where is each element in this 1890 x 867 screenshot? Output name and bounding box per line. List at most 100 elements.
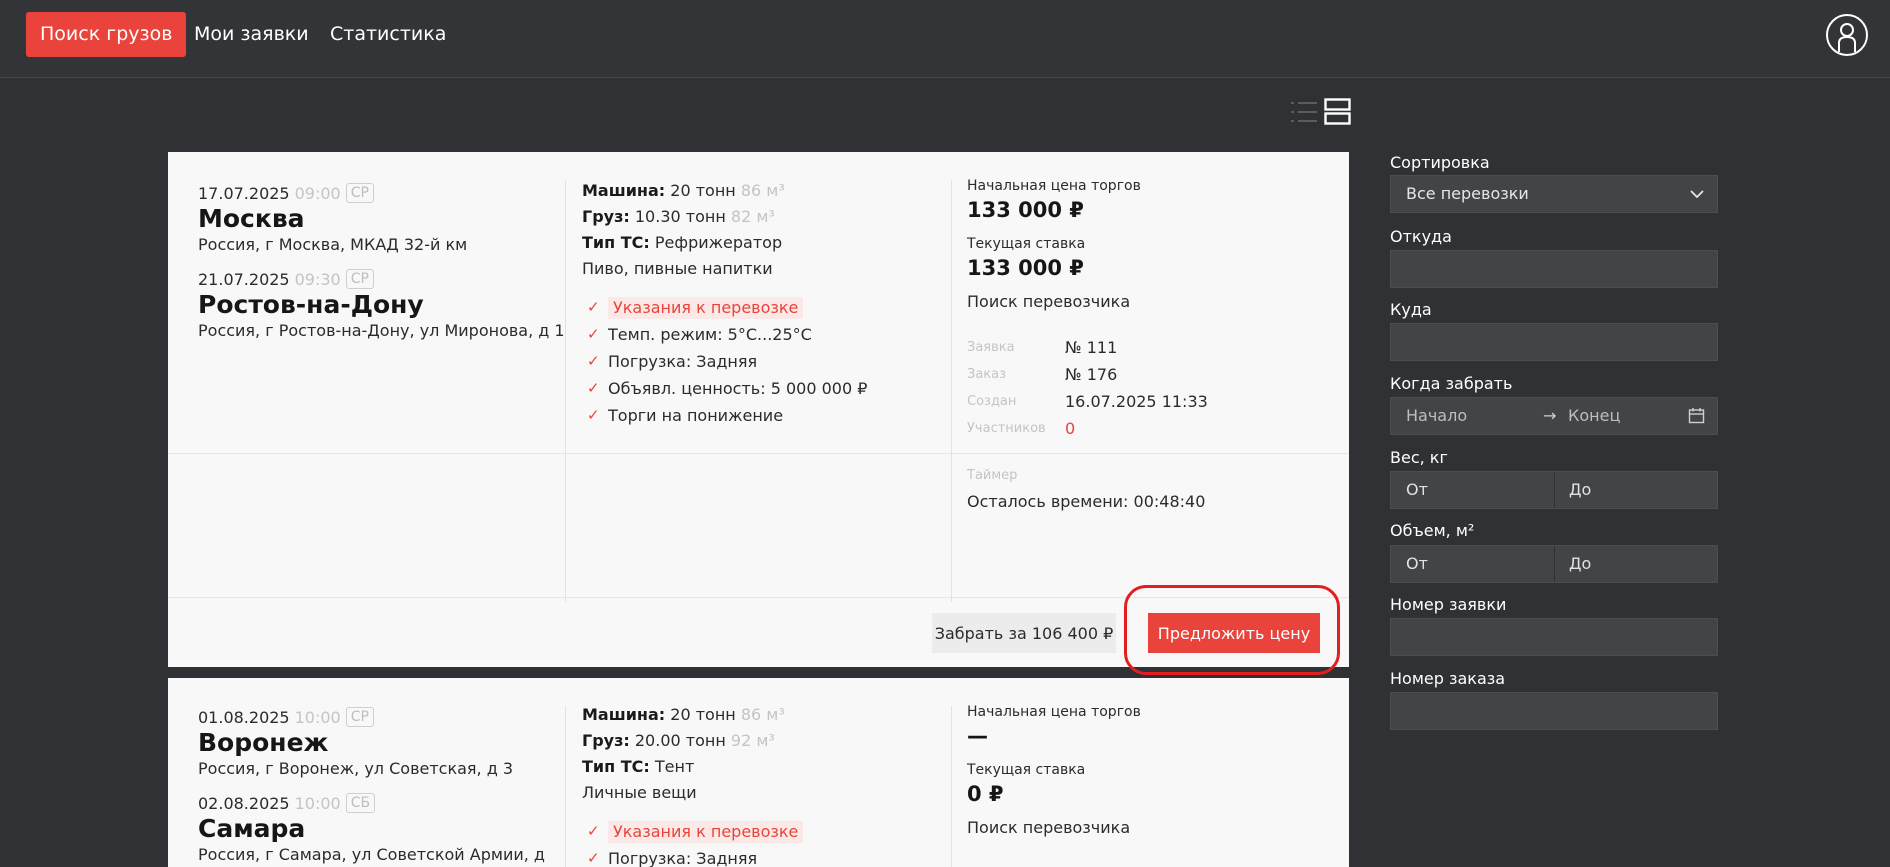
specs-column: Машина: 20 тонн 86 м³ Груз: 10.30 тонн 8… [582, 178, 942, 429]
delivery-date: 21.07.2025 [198, 269, 290, 289]
current-bid: 0 ₽ [967, 782, 1004, 806]
route-column: 01.08.2025 10:00 СР Воронеж Россия, г Во… [198, 706, 558, 866]
status-text: Поиск перевозчика [967, 292, 1131, 311]
check-icon: ✓ [587, 298, 600, 316]
check-icon: ✓ [587, 822, 600, 840]
check-icon: ✓ [587, 379, 600, 397]
weight-from-input[interactable]: От [1406, 472, 1428, 508]
instructions-link[interactable]: Указания к перевозке [608, 820, 804, 843]
divider [951, 706, 952, 867]
pickup-date-line: 17.07.2025 09:00 СР [198, 182, 558, 204]
current-bid-label: Текущая ставка [967, 762, 1086, 778]
weight-label: Вес, кг [1390, 448, 1448, 467]
weight-to-input[interactable]: До [1569, 472, 1591, 508]
current-bid-label: Текущая ставка [967, 236, 1086, 252]
specs-column: Машина: 20 тонн 86 м³ Груз: 20.00 тонн 9… [582, 702, 942, 867]
cargo-spec: Груз: 10.30 тонн 82 м³ [582, 207, 775, 226]
start-price-label: Начальная цена торгов [967, 178, 1141, 194]
pickup-weekday: СР [345, 707, 374, 727]
pickup-address: Россия, г Воронеж, ул Советская, д 3 [198, 759, 514, 778]
divider [168, 453, 1349, 454]
current-bid: 133 000 ₽ [967, 256, 1084, 280]
date-end-input[interactable]: Конец [1568, 398, 1620, 434]
vehicle-type: Тип ТС: Тент [582, 757, 695, 776]
list-item: ✓ Указания к перевозке [582, 818, 942, 845]
start-price: 133 000 ₽ [967, 198, 1084, 222]
price-column: Начальная цена торгов 133 000 ₽ Текущая … [967, 178, 1327, 598]
list-item: ✓ Объявл. ценность: 5 000 000 ₽ [582, 375, 942, 402]
check-list: ✓ Указания к перевозке ✓ Погрузка: Задняя [582, 818, 942, 867]
sort-label: Сортировка [1390, 153, 1490, 172]
user-circle-icon[interactable] [1826, 14, 1868, 56]
date-start-input[interactable]: Начало [1406, 398, 1467, 434]
delivery-city: Ростов-на-Дону [198, 290, 424, 319]
divider [1554, 546, 1555, 582]
list-item: ✓ Указания к перевозке [582, 294, 942, 321]
highlight-ring [1124, 585, 1340, 675]
vehicle-spec: Машина: 20 тонн 86 м³ [582, 181, 785, 200]
request-number-label: Номер заявки [1390, 595, 1507, 614]
volume-to-input[interactable]: До [1569, 546, 1591, 582]
check-icon: ✓ [587, 325, 600, 343]
to-input[interactable] [1390, 323, 1718, 361]
goods-description: Личные вещи [582, 783, 697, 802]
vehicle-type: Тип ТС: Рефрижератор [582, 233, 783, 252]
pickup-weekday: СР [345, 183, 374, 203]
pickup-address: Россия, г Москва, МКАД 32-й км [198, 235, 468, 254]
card-view-icon[interactable] [1324, 98, 1351, 125]
delivery-time: 10:00 [294, 793, 341, 813]
divider [565, 706, 566, 867]
tab-statistics[interactable]: Статистика [316, 12, 460, 57]
delivery-time: 09:30 [294, 269, 341, 289]
check-icon: ✓ [587, 849, 600, 867]
pickup-date: 17.07.2025 [198, 183, 290, 203]
divider [1554, 472, 1555, 508]
cargo-card: 01.08.2025 10:00 СР Воронеж Россия, г Во… [168, 678, 1349, 867]
to-label: Куда [1390, 300, 1432, 319]
list-item: ✓ Темп. режим: 5°C...25°C [582, 321, 942, 348]
weight-range: От До [1390, 471, 1718, 509]
calendar-icon[interactable] [1688, 407, 1705, 424]
divider [565, 180, 566, 602]
arrow-right-icon: → [1543, 406, 1557, 425]
take-now-button[interactable]: Забрать за 106 400 ₽ [932, 613, 1116, 653]
status-text: Поиск перевозчика [967, 818, 1131, 837]
volume-from-input[interactable]: От [1406, 546, 1428, 582]
pickup-date-line: 01.08.2025 10:00 СР [198, 706, 558, 728]
delivery-city: Самара [198, 814, 306, 843]
delivery-date: 02.08.2025 [198, 793, 290, 813]
vehicle-spec: Машина: 20 тонн 86 м³ [582, 705, 785, 724]
delivery-weekday: СБ [345, 793, 376, 813]
cargo-spec: Груз: 20.00 тонн 92 м³ [582, 731, 775, 750]
delivery-date-line: 02.08.2025 10:00 СБ [198, 792, 558, 814]
from-input[interactable] [1390, 250, 1718, 288]
list-view-icon[interactable] [1290, 100, 1318, 124]
timer-value: Осталось времени: 00:48:40 [967, 492, 1206, 511]
sort-select[interactable]: Все перевозки [1390, 175, 1718, 213]
delivery-date-line: 21.07.2025 09:30 СР [198, 268, 558, 290]
sort-value: Все перевозки [1406, 184, 1529, 203]
date-range-picker[interactable]: Начало → Конец [1390, 397, 1718, 435]
delivery-weekday: СР [345, 269, 374, 289]
start-price: — [967, 724, 988, 748]
tab-my-requests[interactable]: Мои заявки [180, 12, 323, 57]
check-icon: ✓ [587, 406, 600, 424]
check-list: ✓ Указания к перевозке ✓ Темп. режим: 5°C.… [582, 294, 942, 429]
pickup-city: Воронеж [198, 728, 329, 757]
check-icon: ✓ [587, 352, 600, 370]
list-item: ✓ Погрузка: Задняя [582, 348, 942, 375]
goods-description: Пиво, пивные напитки [582, 259, 773, 278]
pickup-time: 10:00 [294, 707, 341, 727]
instructions-link[interactable]: Указания к перевозке [608, 296, 804, 319]
order-number-input[interactable] [1390, 692, 1718, 730]
when-label: Когда забрать [1390, 374, 1513, 393]
divider [951, 180, 952, 602]
list-item: ✓ Торги на понижение [582, 402, 942, 429]
tab-cargo-search[interactable]: Поиск грузов [26, 12, 187, 57]
order-number-label: Номер заказа [1390, 669, 1506, 688]
request-number-input[interactable] [1390, 618, 1718, 656]
delivery-address: Россия, г Самара, ул Советской Армии, д [198, 845, 545, 864]
volume-range: От До [1390, 545, 1718, 583]
pickup-date: 01.08.2025 [198, 707, 290, 727]
delivery-address: Россия, г Ростов-на-Дону, ул Миронова, д… [198, 321, 565, 340]
